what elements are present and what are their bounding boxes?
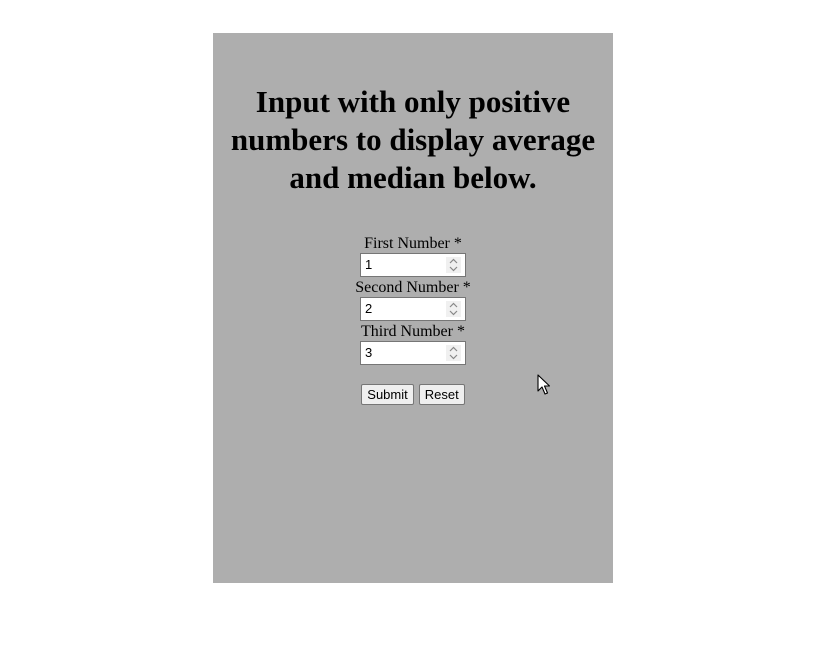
first-number-label: First Number *: [364, 235, 462, 252]
spinner-icon[interactable]: [446, 301, 461, 317]
form-panel: Input with only positive numbers to disp…: [213, 33, 613, 583]
second-number-label: Second Number *: [355, 279, 471, 296]
first-number-input[interactable]: 1: [360, 253, 466, 277]
submit-button[interactable]: Submit: [361, 384, 414, 405]
second-number-value: 2: [365, 301, 373, 316]
third-number-value: 3: [365, 345, 373, 360]
first-number-value: 1: [365, 257, 373, 272]
page-title: Input with only positive numbers to disp…: [230, 84, 596, 195]
second-number-input[interactable]: 2: [360, 297, 466, 321]
first-number-field: First Number * 1: [213, 235, 613, 279]
spinner-icon[interactable]: [446, 345, 461, 361]
form-buttons: Submit Reset: [213, 384, 613, 405]
mouse-cursor-icon: [537, 374, 551, 401]
reset-button[interactable]: Reset: [418, 384, 465, 405]
number-form: First Number * 1 Second Number * 2 Third…: [213, 235, 613, 367]
third-number-input[interactable]: 3: [360, 341, 466, 365]
second-number-field: Second Number * 2: [213, 279, 613, 323]
spinner-icon[interactable]: [446, 257, 461, 273]
third-number-field: Third Number * 3: [213, 323, 613, 367]
third-number-label: Third Number *: [361, 323, 465, 340]
